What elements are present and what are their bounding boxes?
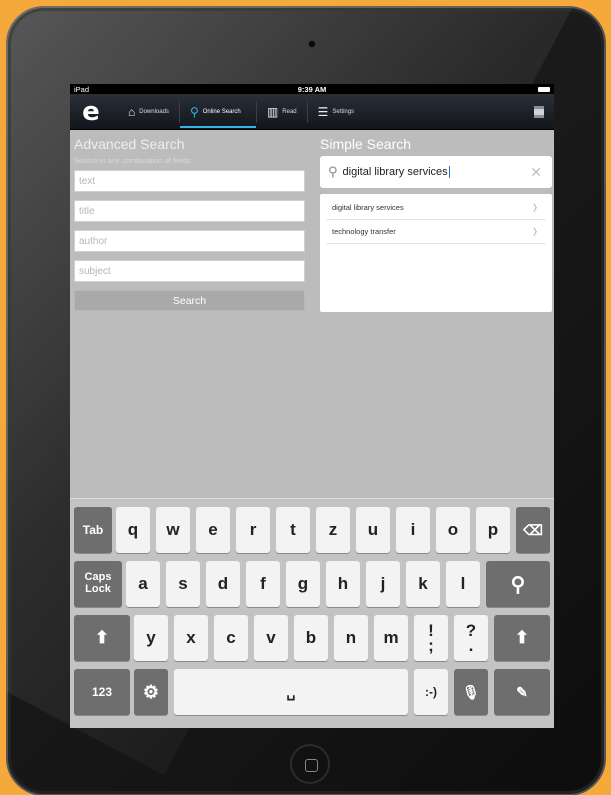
advanced-search-hint: Search in any combination of fields: [74,156,193,165]
key-i[interactable]: i [396,507,430,553]
key-l[interactable]: l [446,561,480,607]
key-t[interactable]: t [276,507,310,553]
book-icon: ▥ [266,104,279,119]
text-caret [448,166,450,178]
paperclip-icon: ✎ [516,683,528,700]
key-q[interactable]: q [116,507,150,553]
key-exclamation[interactable]: ! ; [414,615,448,661]
key-v[interactable]: v [254,615,288,661]
key-shift-right[interactable]: ⬆ [494,615,550,661]
key-m[interactable]: m [374,615,408,661]
microphone-icon: 🎙 [462,683,480,700]
key-search[interactable]: ⚲ [486,561,550,607]
key-tab[interactable]: Tab [74,507,112,553]
key-z[interactable]: z [316,507,350,553]
key-y[interactable]: y [134,615,168,661]
menu-icon[interactable] [534,106,544,118]
advanced-search-title: Advanced Search [74,136,185,152]
gear-icon: ⚙ [142,681,160,702]
tab-settings[interactable]: ☰ Settings [308,94,364,130]
text-field[interactable]: text [74,170,305,192]
key-clipboard[interactable]: ✎ [494,669,550,715]
home-button[interactable] [290,744,330,784]
subject-field[interactable]: subject [74,260,305,282]
key-x[interactable]: x [174,615,208,661]
title-field[interactable]: title [74,200,305,222]
tab-downloads-label: Downloads [139,108,169,115]
key-voice[interactable]: 🎙 [454,669,488,715]
suggestion-label: technology transfer [332,227,396,236]
shift-icon: ⬆ [514,628,530,647]
suggestion-item[interactable]: technology transfer 〉 [326,220,546,244]
search-icon: ⚲ [189,104,199,119]
key-w[interactable]: w [156,507,190,553]
key-f[interactable]: f [246,561,280,607]
status-time: 9:39 AM [297,84,327,94]
search-panes: Advanced Search Search in any combinatio… [70,130,554,410]
key-r[interactable]: r [236,507,270,553]
tab-downloads[interactable]: ⌂ Downloads [118,94,179,130]
camera [308,40,316,48]
app-screen: iPad 9:39 AM e ⌂ Downloads ⚲ Online Sear… [70,84,554,728]
key-space[interactable]: ␣ [174,669,408,715]
tab-online-search[interactable]: ⚲ Online Search [179,94,256,130]
key-a[interactable]: a [126,561,160,607]
tab-settings-label: Settings [332,108,355,115]
key-semicolon-label: ; [428,636,434,655]
key-j[interactable]: j [366,561,400,607]
key-settings[interactable]: ⚙ [134,669,168,715]
key-g[interactable]: g [286,561,320,607]
key-h[interactable]: h [326,561,360,607]
simple-search-title: Simple Search [320,136,412,152]
key-c[interactable]: c [214,615,248,661]
key-n[interactable]: n [334,615,368,661]
key-k[interactable]: k [406,561,440,607]
sliders-icon: ☰ [317,104,329,119]
app-logo[interactable]: e [74,94,108,130]
search-icon: ⚲ [510,573,526,596]
suggestion-label: digital library services [332,203,404,212]
key-d[interactable]: d [206,561,240,607]
top-navbar: e ⌂ Downloads ⚲ Online Search ▥ Read ☰ S… [70,94,554,130]
space-icon: ␣ [286,683,296,700]
clear-icon[interactable]: ✕ [530,164,542,181]
key-p[interactable]: p [476,507,510,553]
key-period-label: . [468,636,474,655]
tab-read[interactable]: ▥ Read [257,94,307,130]
tab-read-label: Read [282,108,297,115]
simple-search-pane: Simple Search ⚲ digital library services… [314,130,554,410]
advanced-search-pane: Advanced Search Search in any combinatio… [70,130,314,410]
key-123[interactable]: 123 [74,669,130,715]
key-o[interactable]: o [436,507,470,553]
backspace-icon: ⌫ [523,521,543,538]
chevron-right-icon: 〉 [532,203,542,213]
shift-icon: ⬆ [94,628,110,647]
chevron-right-icon: 〉 [532,227,542,237]
key-s[interactable]: s [166,561,200,607]
key-question[interactable]: ? . [454,615,488,661]
onscreen-keyboard: Tab q w e r t z u i o p ⌫ Caps Lock a s … [70,498,554,728]
search-icon: ⚲ [328,164,338,179]
home-icon: ⌂ [128,104,136,119]
status-bar: iPad 9:39 AM [70,84,554,94]
key-b[interactable]: b [294,615,328,661]
key-smiley[interactable]: :-) [414,669,448,715]
suggestion-item[interactable]: digital library services 〉 [326,196,546,220]
suggestion-list: digital library services 〉 technology tr… [320,194,552,312]
simple-search-input[interactable]: ⚲ digital library services ✕ [320,156,552,188]
key-u[interactable]: u [356,507,390,553]
tab-online-search-label: Online Search [202,108,241,115]
key-caps-lock[interactable]: Caps Lock [74,561,122,607]
key-backspace[interactable]: ⌫ [516,507,550,553]
key-shift-left[interactable]: ⬆ [74,615,130,661]
advanced-search-button[interactable]: Search [74,290,305,311]
key-e[interactable]: e [196,507,230,553]
author-field[interactable]: author [74,230,305,252]
simple-search-query: digital library services [342,166,448,178]
